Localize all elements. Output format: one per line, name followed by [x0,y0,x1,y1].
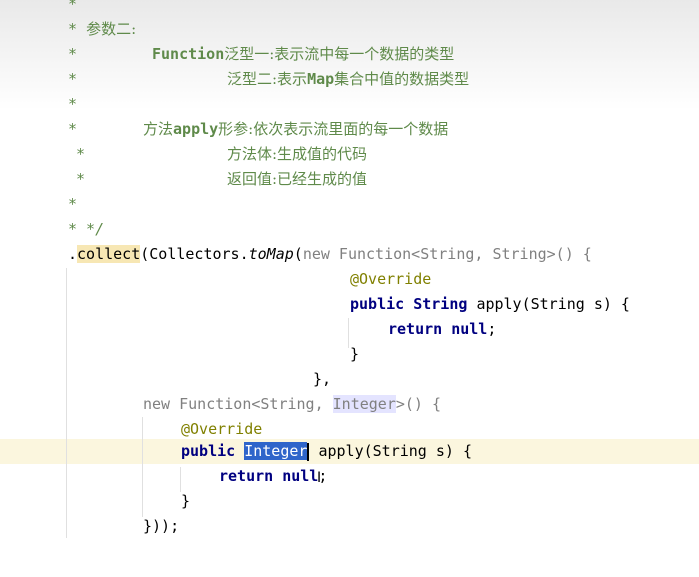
code-line-return-null[interactable]: return null; [388,317,496,342]
comment-line: 方法体:生成值的代码 [227,142,367,167]
comment-line: 泛型二:表示Map集合中值的数据类型 [227,70,470,88]
comment-line: * [68,120,78,138]
comment-line: * [68,0,78,13]
comment-param-two: 参数二: [86,20,137,38]
comment-line: * [68,95,78,113]
code-line-apply-integer[interactable]: public Integer apply(String s) { [181,439,472,464]
indent-guide [348,318,349,348]
code-line-collect[interactable]: .collect(Collectors.toMap(new Function<S… [68,242,592,267]
indent-guide [66,268,67,538]
code-line-close-all[interactable]: })); [143,514,179,539]
integer-type-ref: Integer [332,395,396,413]
comment-line: 方法apply形参:依次表示流里面的每一个数据 [143,120,449,138]
comment-line: Function泛型一:表示流中每一个数据的类型 [152,42,454,67]
code-line-close-brace-2[interactable]: } [181,489,190,514]
selected-integer: Integer [244,442,308,460]
tomap-method: toMap [248,245,294,263]
code-line-new-function[interactable]: new Function<String, Integer>() { [143,392,441,417]
code-line-override[interactable]: @Override [350,267,431,292]
comment-line: * [76,145,86,163]
indent-guide [142,417,143,517]
mouse-ibeam-cursor: I [317,470,322,486]
comment-generic-two: 泛型二:表示 [227,70,308,88]
comment-line: * [76,170,86,188]
code-line-close-brace[interactable]: } [350,342,359,367]
code-line-apply-string[interactable]: public String apply(String s) { [350,292,630,317]
comment-apply-params: 形参:依次表示流里面的每一个数据 [218,120,449,138]
comment-line: * [68,70,78,88]
comment-method-body: 方法体:生成值的代码 [227,145,368,163]
comment-return-value: 返回值:已经生成的值 [227,170,368,188]
code-line-return-null-2[interactable]: return null; [219,464,327,489]
comment-function-word: Function [152,45,225,63]
comment-line: * 参数二: [68,20,137,38]
comment-generic-one: 泛型一:表示流中每一个数据的类型 [224,45,455,63]
comment-line: * [68,195,78,213]
code-line-close-brace-comma[interactable]: }, [313,367,331,392]
collect-method: collect [77,245,141,263]
comment-line: 返回值:已经生成的值 [227,167,367,192]
comment-line: * [68,45,78,63]
comment-end: * */ [68,220,105,238]
